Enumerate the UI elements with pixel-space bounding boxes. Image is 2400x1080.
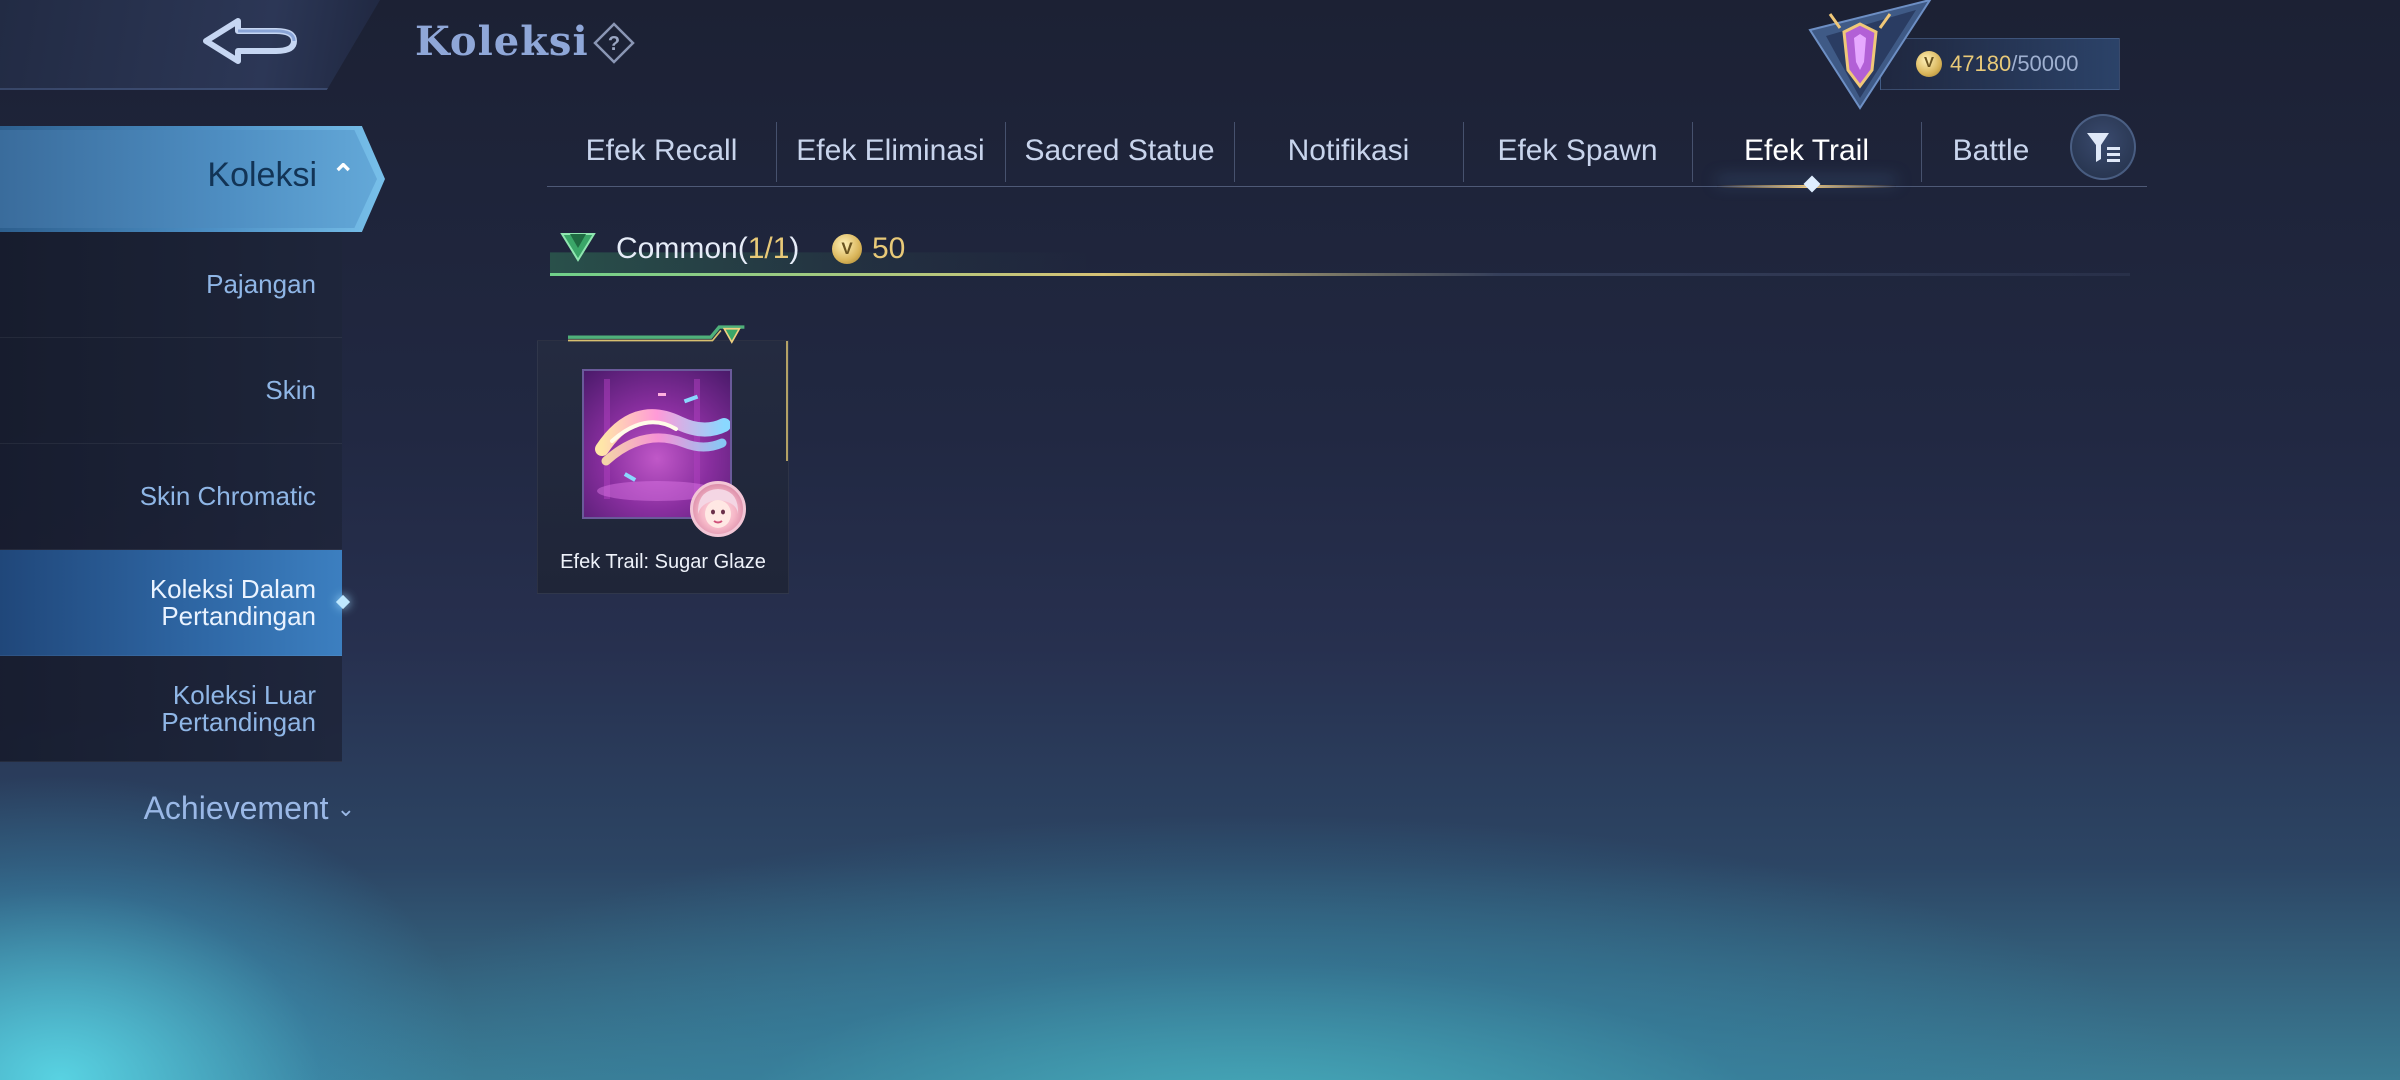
common-tier-icon: [560, 233, 596, 262]
points-value: 50: [872, 232, 906, 265]
points-max: 50000: [2017, 51, 2079, 76]
sidebar-item-skin[interactable]: Skin: [0, 338, 342, 444]
card-ribbon: [568, 325, 745, 344]
section-points: 50: [832, 232, 905, 266]
sidebar-item-label: Koleksi Luar Pertandingan: [161, 679, 316, 737]
sidebar-item-label: Koleksi Dalam Pertandingan: [149, 573, 316, 631]
tab-efek-recall[interactable]: Efek Recall: [547, 120, 776, 182]
filter-button[interactable]: [2070, 114, 2136, 180]
tab-sacred-statue[interactable]: Sacred Statue: [1005, 120, 1234, 182]
sidebar-submenu: Pajangan Skin Skin Chromatic Koleksi Dal…: [0, 232, 342, 762]
tab-efek-spawn[interactable]: Efek Spawn: [1463, 120, 1692, 182]
item-name: Efek Trail: Sugar Glaze: [560, 551, 766, 573]
question-icon: ?: [593, 22, 635, 64]
back-arrow-icon: [203, 18, 297, 64]
tab-battle[interactable]: Battle: [1921, 120, 2061, 182]
collector-rank-emblem[interactable]: [1800, 0, 1940, 110]
tab-efek-trail[interactable]: Efek Trail: [1692, 120, 1921, 188]
chevron-down-icon: ⌄: [336, 796, 355, 821]
tab-notifikasi[interactable]: Notifikasi: [1234, 120, 1463, 182]
collection-coin-icon: [832, 234, 862, 264]
hero-portrait-icon: [697, 489, 739, 528]
sidebar-koleksi[interactable]: Koleksi ⌃: [0, 126, 385, 232]
help-button[interactable]: ?: [593, 22, 635, 64]
section-title: Common(1/1): [616, 232, 800, 265]
tab-efek-eliminasi[interactable]: Efek Eliminasi: [776, 120, 1005, 182]
filter-icon: [2087, 133, 2120, 162]
sidebar-achievement[interactable]: Achievement ⌄: [0, 790, 355, 827]
item-card[interactable]: Efek Trail: Sugar Glaze: [537, 325, 789, 594]
sidebar-item-koleksi-luar-pertandingan[interactable]: Koleksi Luar Pertandingan: [0, 656, 342, 762]
sidebar-item-koleksi-dalam-pertandingan[interactable]: Koleksi Dalam Pertandingan: [0, 550, 342, 656]
page-title: Koleksi: [415, 18, 589, 65]
sidebar-item-skin-chromatic[interactable]: Skin Chromatic: [0, 444, 342, 550]
category-tabs: Efek Recall Efek Eliminasi Sacred Statue…: [547, 120, 2147, 188]
sidebar-item-pajangan[interactable]: Pajangan: [0, 232, 342, 338]
back-button[interactable]: [190, 8, 320, 80]
rank-crest-icon: [1808, 0, 1932, 110]
chevron-up-icon: ⌃: [331, 159, 355, 190]
tier-count: 1/1: [747, 232, 790, 265]
card-edge-accent: [786, 341, 788, 461]
sidebar-koleksi-label: Koleksi: [207, 156, 317, 194]
sidebar-achievement-label: Achievement: [143, 790, 329, 826]
svg-text:?: ?: [608, 33, 620, 55]
hero-avatar: [690, 481, 746, 537]
tabs-divider: [547, 186, 2147, 187]
section-header-common: Common(1/1) 50: [550, 220, 2130, 276]
tier-name: Common: [616, 232, 738, 265]
points-current: 47180: [1950, 51, 2012, 76]
